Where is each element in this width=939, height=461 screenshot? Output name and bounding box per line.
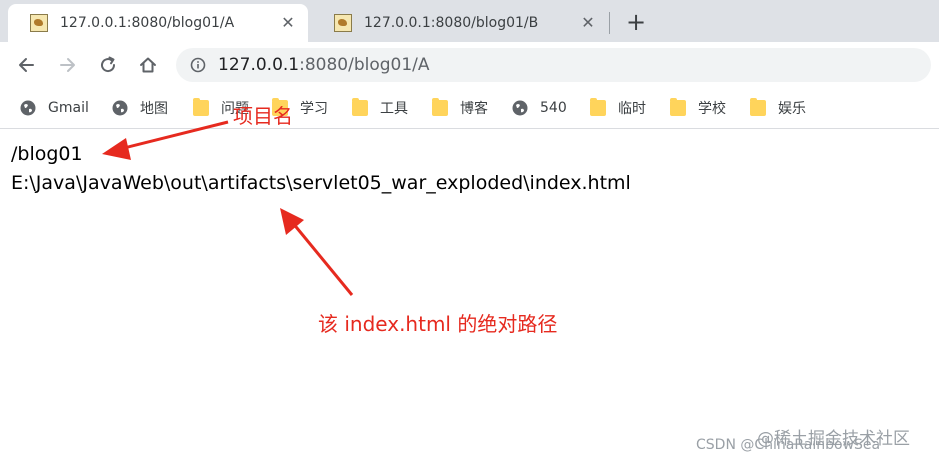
bookmark-label: 娱乐 [778,101,806,117]
close-icon[interactable]: ✕ [278,13,298,33]
tab-separator [609,12,610,34]
bookmark-map[interactable]: 地图 [112,97,168,119]
reload-icon [101,56,116,73]
new-tab-button[interactable]: + [622,8,650,36]
folder-icon [352,98,368,116]
folder-icon [670,98,686,116]
bookmark-label: 博客 [460,101,488,117]
tomcat-favicon-icon [334,14,352,32]
bookmark-label: Gmail [48,100,89,116]
globe-icon [20,100,36,116]
url-path: :8080/blog01/A [299,55,430,75]
folder-icon [432,98,448,116]
url-host: 127.0.0.1 [218,55,300,75]
real-path-text: E:\Java\JavaWeb\out\artifacts\servlet05_… [11,172,631,194]
bookmark-folder-tools[interactable]: 工具 [352,97,408,119]
reload-button[interactable] [94,51,122,79]
forward-button[interactable] [53,51,81,79]
tab-title: 127.0.0.1:8080/blog01/A [60,15,235,31]
absolute-path-annotation: 该 index.html 的绝对路径 [318,312,558,336]
bookmark-label: 学习 [300,101,328,117]
project-name-annotation: 项目名 [233,104,293,128]
page-content: /blog01 E:\Java\JavaWeb\out\artifacts\se… [0,129,939,461]
address-bar[interactable]: 127.0.0.1:8080/blog01/A [176,48,931,82]
bookmark-folder-temp[interactable]: 临时 [590,97,646,119]
tomcat-favicon-icon [30,14,48,32]
home-icon [140,57,156,73]
info-icon[interactable] [190,57,206,73]
tab-title: 127.0.0.1:8080/blog01/B [364,15,539,31]
bookmark-label: 临时 [618,101,646,117]
bookmark-540[interactable]: 540 [512,97,567,119]
bookmark-folder-entertainment[interactable]: 娱乐 [750,97,806,119]
bookmark-label: 工具 [380,101,408,117]
folder-icon [590,98,606,116]
bookmark-label: 540 [540,100,567,116]
globe-icon [112,100,128,116]
folder-icon [193,98,209,116]
back-arrow-icon [19,58,34,72]
csdn-watermark: CSDN @ChinaRainbowSea [696,437,881,453]
forward-arrow-icon [60,58,75,72]
tab-blog01-b[interactable]: 127.0.0.1:8080/blog01/B ✕ [312,4,608,42]
globe-icon [512,100,528,116]
bookmark-label: 学校 [698,101,726,117]
bookmark-folder-school[interactable]: 学校 [670,97,726,119]
tab-strip: 127.0.0.1:8080/blog01/A ✕ 127.0.0.1:8080… [0,0,939,42]
url-text: 127.0.0.1:8080/blog01/A [218,55,430,75]
bookmark-gmail[interactable]: Gmail [20,97,89,119]
bookmark-folder-blog[interactable]: 博客 [432,97,488,119]
bookmark-label: 地图 [140,101,168,117]
back-button[interactable] [13,51,41,79]
close-icon[interactable]: ✕ [578,13,598,33]
home-button[interactable] [134,51,162,79]
tab-blog01-a[interactable]: 127.0.0.1:8080/blog01/A ✕ [8,4,308,42]
folder-icon [750,98,766,116]
browser-toolbar: 127.0.0.1:8080/blog01/A [0,42,939,88]
bookmarks-bar: Gmail 地图 问题 学习 工具 博客 540 临时 学校 娱乐 [0,88,939,129]
context-path-text: /blog01 [11,143,83,165]
